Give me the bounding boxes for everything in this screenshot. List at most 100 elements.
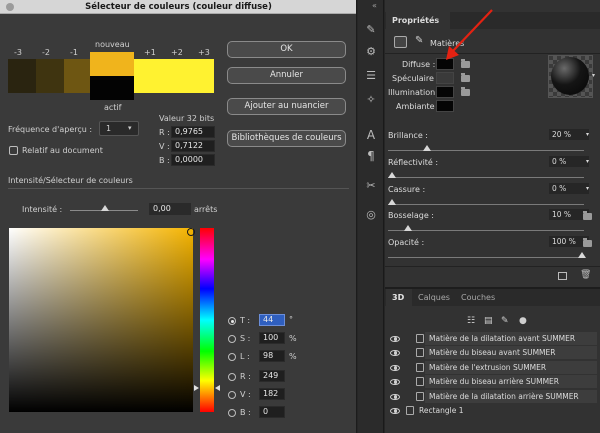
- chevron-down-icon[interactable]: ▾: [586, 131, 589, 138]
- opacity-label: Opacité :: [388, 238, 425, 247]
- hue-field[interactable]: 44: [259, 314, 285, 326]
- swatch-label-new: nouveau: [95, 40, 130, 49]
- preview-frequency-select[interactable]: 1 ▾: [99, 121, 139, 136]
- color-libraries-button[interactable]: Bibliothèques de couleurs: [227, 130, 346, 147]
- shininess-field[interactable]: 20 %: [549, 129, 589, 140]
- hue-slider-right-arrow[interactable]: [215, 385, 220, 391]
- light-filter-icon[interactable]: ●: [519, 316, 527, 326]
- tab-3d-label: 3D: [392, 293, 405, 302]
- tab-couches[interactable]: Couches: [461, 293, 495, 302]
- swatch-plus-3[interactable]: [188, 59, 214, 93]
- lightness-radio[interactable]: [228, 353, 236, 361]
- specular-color-box[interactable]: [436, 72, 454, 84]
- swatch-minus-3[interactable]: [8, 59, 36, 93]
- ambient-color-box[interactable]: [436, 100, 454, 112]
- dialog-title: Sélecteur de couleurs (couleur diffuse): [0, 0, 356, 14]
- opacity-track[interactable]: [388, 257, 584, 258]
- tools-icon[interactable]: ✂: [363, 178, 379, 194]
- reflectivity-thumb[interactable]: [388, 172, 396, 178]
- breakup-thumb[interactable]: [388, 199, 396, 205]
- list-item[interactable]: Matière du biseau arrière SUMMER: [385, 375, 600, 389]
- blue-field[interactable]: 0: [259, 406, 285, 418]
- shininess-thumb[interactable]: [423, 145, 432, 151]
- eye-icon[interactable]: [390, 336, 400, 342]
- adjust-sliders-icon[interactable]: ☰: [363, 68, 379, 84]
- cancel-button[interactable]: Annuler: [227, 67, 346, 84]
- r32-field[interactable]: 0,9765: [171, 126, 215, 138]
- paragraph-icon[interactable]: ¶: [363, 148, 379, 164]
- bump-thumb[interactable]: [403, 225, 412, 231]
- reflectivity-field[interactable]: 0 %: [549, 156, 589, 167]
- bump-folder-icon[interactable]: [583, 211, 592, 220]
- intensity-slider-thumb[interactable]: [101, 205, 109, 211]
- hue-slider-left-arrow[interactable]: [194, 385, 199, 391]
- creative-cloud-icon[interactable]: ◎: [363, 207, 379, 223]
- scene-filter-icon[interactable]: ☷: [467, 316, 475, 326]
- color-picker-cursor[interactable]: [187, 228, 195, 236]
- chevron-down-icon[interactable]: ▾: [586, 185, 589, 192]
- shininess-track[interactable]: [388, 150, 584, 151]
- current-color-swatch[interactable]: [90, 76, 134, 100]
- brush-settings-icon[interactable]: ✎: [363, 22, 379, 38]
- eye-icon[interactable]: [390, 408, 400, 414]
- eye-icon[interactable]: [390, 379, 400, 385]
- hue-slider[interactable]: [200, 228, 214, 412]
- illumination-color-box[interactable]: [436, 86, 454, 98]
- paths-icon[interactable]: ✧: [363, 92, 379, 108]
- bump-track[interactable]: [388, 230, 584, 231]
- swatch-minus-1[interactable]: [64, 59, 90, 93]
- ok-button[interactable]: OK: [227, 41, 346, 58]
- opacity-folder-icon[interactable]: [583, 238, 592, 247]
- shininess-label: Brillance :: [388, 131, 428, 140]
- render-icon[interactable]: [558, 272, 567, 280]
- chevron-down-icon[interactable]: ▾: [586, 158, 589, 165]
- eye-icon[interactable]: [390, 350, 400, 356]
- saturation-field[interactable]: 100: [259, 332, 285, 344]
- breakup-track[interactable]: [388, 204, 584, 205]
- value-32bit-title: Valeur 32 bits: [159, 114, 215, 123]
- lightness-field[interactable]: 98: [259, 350, 285, 362]
- opacity-thumb[interactable]: [578, 252, 586, 258]
- list-item[interactable]: Rectangle 1: [385, 404, 600, 418]
- red-field[interactable]: 249: [259, 370, 285, 382]
- window-close-dot[interactable]: [6, 3, 14, 11]
- tab-calques[interactable]: Calques: [418, 293, 450, 302]
- illumination-folder-icon[interactable]: [461, 87, 470, 96]
- materials-mesh-icon[interactable]: [394, 36, 407, 48]
- swatch-plus-1[interactable]: [134, 59, 162, 93]
- red-label: R :: [240, 372, 251, 381]
- list-item[interactable]: Matière de l'extrusion SUMMER: [385, 361, 600, 375]
- hue-radio[interactable]: [228, 317, 236, 325]
- layer-name: Rectangle 1: [415, 404, 597, 417]
- green-field[interactable]: 182: [259, 388, 285, 400]
- list-item[interactable]: Matière de la dilatation avant SUMMER: [385, 332, 600, 346]
- list-item[interactable]: Matière du biseau avant SUMMER: [385, 346, 600, 360]
- reflectivity-track[interactable]: [388, 177, 584, 178]
- breakup-field[interactable]: 0 %: [549, 183, 589, 194]
- green-radio[interactable]: [228, 391, 236, 399]
- b32-field[interactable]: 0,0000: [171, 154, 215, 166]
- material-filter-icon[interactable]: ✎: [501, 316, 509, 326]
- add-to-swatches-button[interactable]: Ajouter au nuancier: [227, 98, 346, 115]
- eye-icon[interactable]: [390, 394, 400, 400]
- specular-folder-icon[interactable]: [461, 73, 470, 82]
- trash-icon[interactable]: 🗑: [580, 270, 591, 280]
- saturation-lightness-field[interactable]: [9, 228, 193, 412]
- eye-icon[interactable]: [390, 365, 400, 371]
- new-color-swatch[interactable]: [90, 52, 134, 76]
- material-dropdown-icon[interactable]: ▾: [592, 72, 595, 79]
- relative-to-document-checkbox[interactable]: [9, 146, 18, 155]
- intensity-field[interactable]: 0,00: [149, 203, 191, 215]
- blue-radio[interactable]: [228, 409, 236, 417]
- v32-field[interactable]: 0,7122: [171, 140, 215, 152]
- saturation-radio[interactable]: [228, 335, 236, 343]
- brush-preset-icon[interactable]: ⚙: [363, 44, 379, 60]
- red-radio[interactable]: [228, 373, 236, 381]
- swatch-plus-2[interactable]: [162, 59, 188, 93]
- character-icon[interactable]: A: [363, 127, 379, 143]
- mesh-filter-icon[interactable]: ▤: [484, 316, 493, 326]
- swatch-minus-2[interactable]: [36, 59, 64, 93]
- materials-brush-icon[interactable]: ✎: [415, 35, 423, 46]
- list-item[interactable]: Matière de la dilatation arrière SUMMER: [385, 390, 600, 404]
- collapse-panels-icon[interactable]: «: [372, 1, 377, 10]
